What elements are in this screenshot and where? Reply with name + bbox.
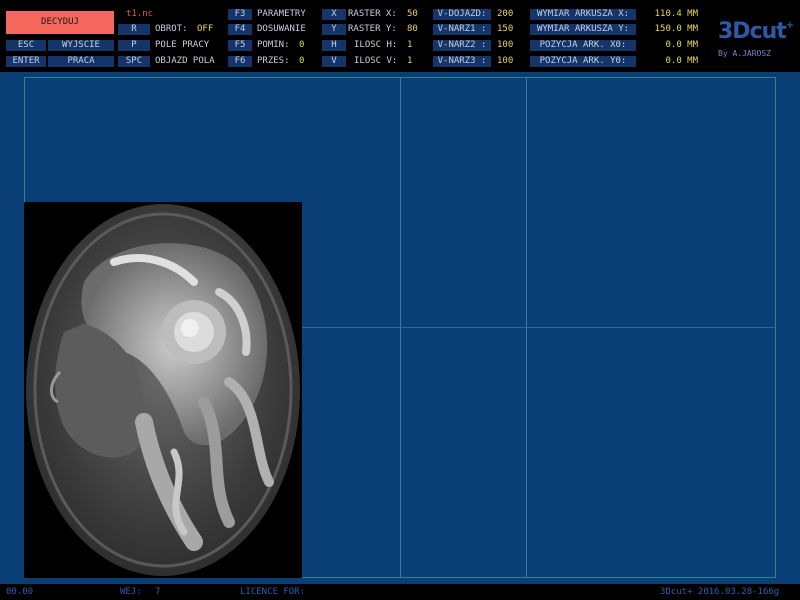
sheet-size-x-value: 110.4 MM [654,9,698,19]
skip-value: 0 [299,40,305,50]
work-area-label: POLE PRACY [155,40,210,50]
esc-key[interactable]: ESC [6,40,46,51]
app-logo: 3Dcut+ [718,14,794,44]
sheet-size-x-label[interactable]: WYMIAR ARKUSZA X: [530,9,636,20]
layer-value: 7 [155,587,161,597]
author-byline: By A.JAROSZ [718,49,771,58]
count-h-key[interactable]: H [322,40,346,51]
rotate-value: OFF [197,24,214,34]
speed-approach-value: 200 [497,9,514,19]
work-area-canvas[interactable] [0,72,800,584]
licence-label: LICENCE FOR: [240,587,306,597]
count-v-label: ILOSC V: [354,56,398,66]
raster-x-key[interactable]: X [322,9,346,20]
count-v-key[interactable]: V [322,56,346,67]
f5-key[interactable]: F5 [228,40,252,51]
raster-y-value: 80 [407,24,418,34]
f3-key[interactable]: F3 [228,9,252,20]
top-toolbar: DECYDUJ t1.nc ESC WYJSCIE ENTER PRACA R … [0,0,800,72]
relief-preview-image [24,202,302,578]
parameters-label: PARAMETRY [257,9,306,19]
raster-x-value: 50 [407,9,418,19]
sheet-pos-y0-value: 0.0 MM [665,56,698,66]
speed-tool1-value: 150 [497,24,514,34]
shift-value: 0 [299,56,305,66]
filename-label: t1.nc [126,9,154,19]
status-bar: 00.00 WEJ: 7 LICENCE FOR: 3Dcut+ 2016.03… [0,584,800,600]
raster-x-label: RASTER X: [348,9,397,19]
speed-tool3-value: 100 [497,56,514,66]
exit-button[interactable]: WYJSCIE [48,40,114,51]
work-button[interactable]: PRACA [48,56,114,67]
decide-button[interactable]: DECYDUJ [6,11,114,34]
f6-key[interactable]: F6 [228,56,252,67]
count-h-value: 1 [407,40,413,50]
sheet-size-y-label[interactable]: WYMIAR ARKUSZA Y: [530,24,636,35]
sheet-size-y-value: 150.0 MM [654,24,698,34]
speed-tool2-value: 100 [497,40,514,50]
sheet-pos-y0-label[interactable]: POZYCJA ARK. Y0: [530,56,636,67]
speed-tool2-label[interactable]: V-NARZ2 : [433,40,491,51]
f4-key[interactable]: F4 [228,24,252,35]
logo-plus-mark: + [785,20,794,31]
speed-tool3-label[interactable]: V-NARZ3 : [433,56,491,67]
feed-label: DOSUWANIE [257,24,306,34]
bypass-label: OBJAZD POLA [155,56,215,66]
raster-y-key[interactable]: Y [322,24,346,35]
layer-label: WEJ: [120,587,142,597]
speed-tool1-label[interactable]: V-NARZ1 : [433,24,491,35]
shift-label: PRZES: [257,56,290,66]
grid-line-horizontal [302,327,776,328]
rotate-key[interactable]: R [118,24,150,35]
enter-key[interactable]: ENTER [6,56,46,67]
cameo-relief-icon [26,204,300,576]
coordinate-readout: 00.00 [6,587,34,597]
sheet-pos-x0-value: 0.0 MM [665,40,698,50]
sheet-pos-x0-label[interactable]: POZYCJA ARK. X0: [530,40,636,51]
skip-label: POMIN: [257,40,290,50]
raster-y-label: RASTER Y: [348,24,397,34]
version-label: 3Dcut+ 2016.03.28-166g [660,587,780,597]
logo-text: 3Dcut [718,19,787,44]
speed-approach-label[interactable]: V-DOJAZD: [433,9,491,20]
count-h-label: ILOSC H: [354,40,398,50]
work-area-key[interactable]: P [118,40,150,51]
count-v-value: 1 [407,56,413,66]
bypass-key[interactable]: SPC [118,56,150,67]
rotate-label: OBROT: [155,24,188,34]
